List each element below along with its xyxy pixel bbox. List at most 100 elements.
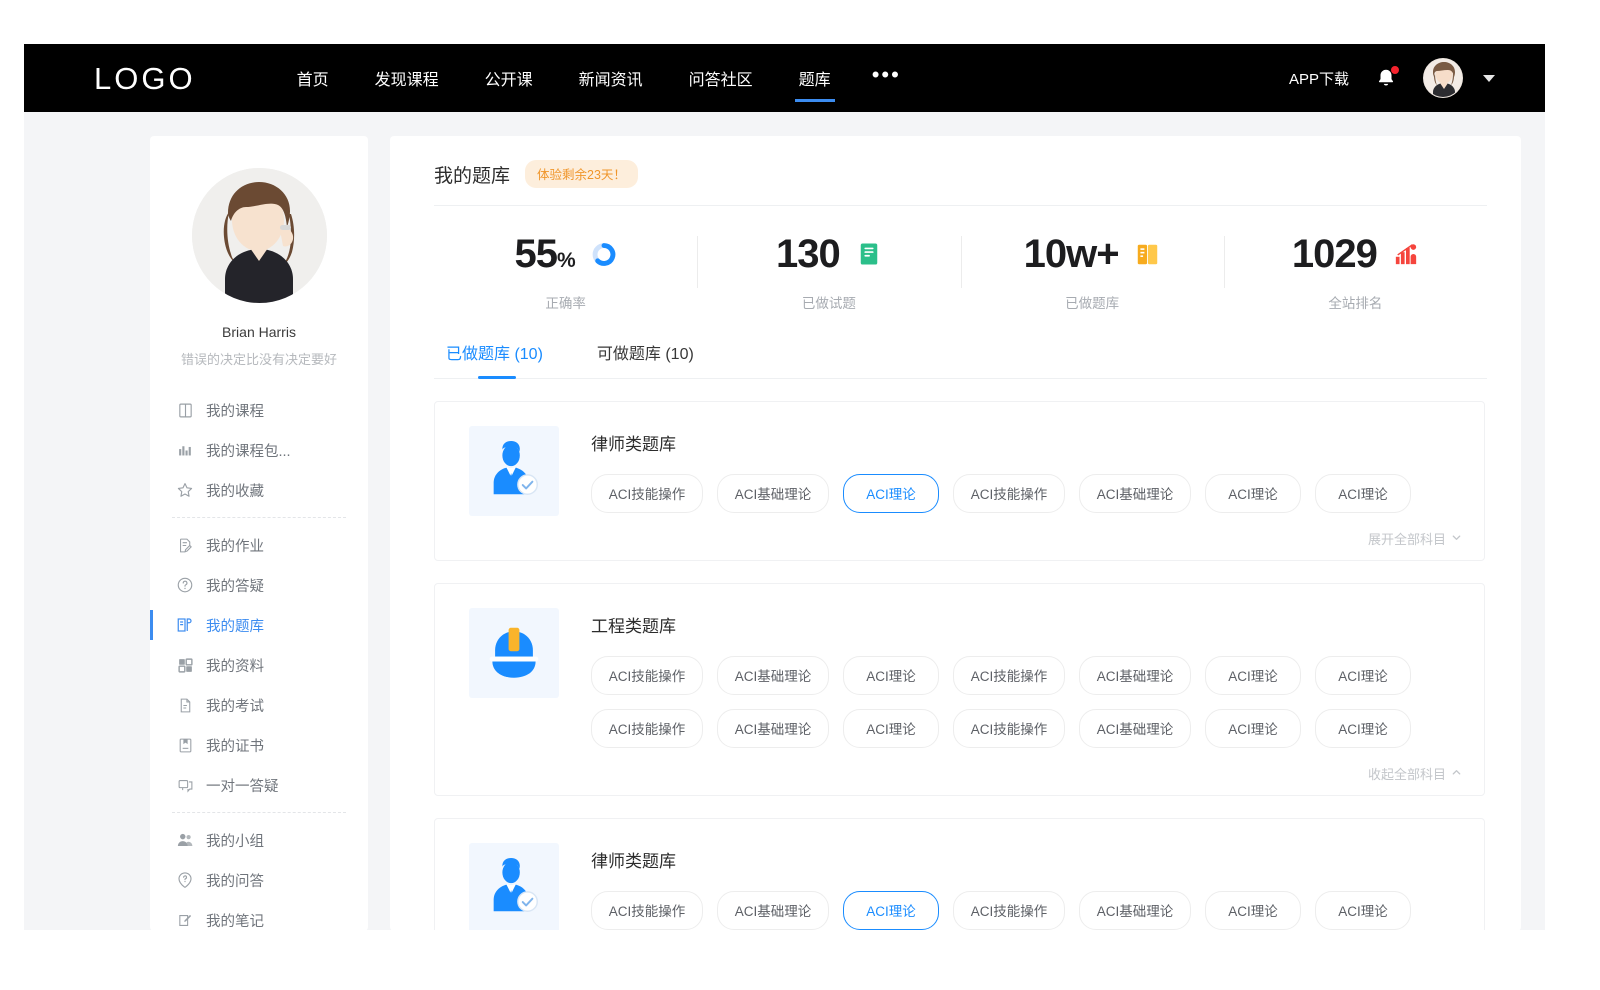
stat-label: 已做题库 — [961, 292, 1224, 312]
stat-label: 正确率 — [434, 292, 697, 312]
user-menu-chevron-down-icon[interactable] — [1483, 75, 1495, 82]
stat-card-1: 130已做试题 — [697, 228, 960, 312]
card-body: 律师类题库ACI技能操作ACI基础理论ACI理论ACI技能操作ACI基础理论AC… — [591, 843, 1462, 930]
orange-book-icon — [1135, 241, 1161, 267]
stat-card-0: 55% 正确率 — [434, 228, 697, 312]
stat-number: 10w+ — [1024, 232, 1119, 276]
sidebar-item-9[interactable]: 我的证书 — [150, 725, 368, 765]
sidebar-item-2[interactable]: 我的收藏 — [150, 470, 368, 510]
tab-bar: 已做题库 (10) 可做题库 (10) — [434, 326, 1487, 379]
stats-row: 55% 正确率130已做试题 10w+ 已做题库1029全站排名 — [434, 206, 1487, 326]
subject-tag[interactable]: ACI基础理论 — [1079, 891, 1191, 930]
subject-tag[interactable]: ACI理论 — [1205, 891, 1301, 930]
app-download-link[interactable]: APP下载 — [1289, 68, 1349, 89]
subject-tag[interactable]: ACI理论 — [843, 891, 939, 930]
subject-tag[interactable]: ACI理论 — [843, 709, 939, 748]
subject-tag[interactable]: ACI基础理论 — [717, 891, 829, 930]
sidebar-item-label: 我的问答 — [206, 870, 264, 891]
subject-tag[interactable]: ACI理论 — [843, 656, 939, 695]
subject-tag[interactable]: ACI基础理论 — [1079, 656, 1191, 695]
subject-tag[interactable]: ACI技能操作 — [953, 656, 1065, 695]
subject-tag[interactable]: ACI基础理论 — [1079, 474, 1191, 513]
sidebar-item-label: 我的证书 — [206, 735, 264, 756]
subject-tag[interactable]: ACI技能操作 — [591, 474, 703, 513]
subject-tag[interactable]: ACI理论 — [1205, 656, 1301, 695]
subject-tag[interactable]: ACI技能操作 — [591, 709, 703, 748]
helmet-icon — [469, 608, 559, 698]
sidebar-menu: 我的课程我的课程包... 我的收藏我的作业我的答疑我的题库我的资料我的考试我的证书… — [150, 390, 368, 930]
main-header: 我的题库 体验剩余23天！ — [434, 160, 1487, 206]
sidebar-divider — [172, 517, 346, 518]
book-icon — [176, 401, 194, 419]
sidebar-item-label: 一对一答疑 — [206, 775, 279, 796]
stat-value-row: 55% — [434, 228, 697, 280]
site-logo[interactable]: LOGO — [94, 63, 196, 94]
expand-collapse-label: 收起全部科目 — [1368, 764, 1446, 783]
subject-tag[interactable]: ACI理论 — [1315, 474, 1411, 513]
subject-tag[interactable]: ACI理论 — [1315, 656, 1411, 695]
nav-item-0[interactable]: 首页 — [274, 44, 352, 112]
question-bank-card: 律师类题库ACI技能操作ACI基础理论ACI理论ACI技能操作ACI基础理论AC… — [434, 401, 1485, 561]
sidebar-item-13[interactable]: 我的问答 — [150, 860, 368, 900]
sidebar-item-7[interactable]: 我的资料 — [150, 645, 368, 685]
card-title: 律师类题库 — [591, 847, 1462, 872]
subject-tag[interactable]: ACI理论 — [1205, 474, 1301, 513]
subject-tag[interactable]: ACI技能操作 — [953, 891, 1065, 930]
profile-name: Brian Harris — [150, 324, 368, 340]
sidebar-item-label: 我的资料 — [206, 655, 264, 676]
nav-item-5[interactable]: 题库 — [776, 44, 854, 112]
stat-card-3: 1029全站排名 — [1224, 228, 1487, 312]
sidebar-item-5[interactable]: 我的答疑 — [150, 565, 368, 605]
user-avatar[interactable] — [1423, 58, 1463, 98]
nav-item-2[interactable]: 公开课 — [462, 44, 556, 112]
subject-tag[interactable]: ACI基础理论 — [1079, 709, 1191, 748]
sidebar-item-8[interactable]: 我的考试 — [150, 685, 368, 725]
nav-item-4[interactable]: 问答社区 — [666, 44, 776, 112]
sidebar-item-label: 我的作业 — [206, 535, 264, 556]
subject-tag[interactable]: ACI理论 — [843, 474, 939, 513]
sidebar-item-10[interactable]: 一对一答疑 — [150, 765, 368, 805]
subject-tag[interactable]: ACI基础理论 — [717, 709, 829, 748]
stat-value: 10w+ — [1024, 234, 1119, 274]
certificate-icon — [176, 736, 194, 754]
stat-value-row: 10w+ — [961, 228, 1224, 280]
subject-tag[interactable]: ACI技能操作 — [953, 474, 1065, 513]
subject-tag[interactable]: ACI理论 — [1315, 891, 1411, 930]
expand-collapse-subjects-button[interactable]: 收起全部科目 — [469, 762, 1462, 783]
nav-more-icon[interactable]: ••• — [854, 64, 919, 86]
subject-tag[interactable]: ACI技能操作 — [953, 709, 1065, 748]
sidebar-item-label: 我的课程包... — [206, 440, 291, 461]
subject-tag[interactable]: ACI基础理论 — [717, 474, 829, 513]
subject-tag[interactable]: ACI理论 — [1315, 709, 1411, 748]
notification-bell-button[interactable] — [1375, 66, 1397, 90]
top-navigation-bar: LOGO 首页发现课程公开课新闻资讯问答社区题库 ••• APP下载 — [24, 44, 1545, 112]
subject-tag[interactable]: ACI基础理论 — [717, 656, 829, 695]
subject-tag[interactable]: ACI理论 — [1205, 709, 1301, 748]
header-right-actions: APP下载 — [1289, 44, 1495, 112]
question-bank-icon — [176, 616, 194, 634]
tab-0[interactable]: 已做题库 (10) — [446, 340, 543, 378]
profile-avatar[interactable] — [192, 168, 327, 303]
tag-row: ACI技能操作 ACI基础理论 ACI理论 ACI技能操作 ACI基础理论 ACI理论 AC… — [591, 891, 1462, 930]
question-bank-card: 工程类题库ACI技能操作ACI基础理论ACI理论ACI技能操作ACI基础理论AC… — [434, 583, 1485, 796]
expand-collapse-subjects-button[interactable]: 展开全部科目 — [469, 527, 1462, 548]
sidebar: Brian Harris 错误的决定比没有决定要好 我的课程我的课程包...我的… — [150, 136, 368, 930]
sidebar-item-6[interactable]: 我的题库 — [150, 605, 368, 645]
sidebar-item-4[interactable]: 我的作业 — [150, 525, 368, 565]
sidebar-item-0[interactable]: 我的课程 — [150, 390, 368, 430]
nav-item-1[interactable]: 发现课程 — [352, 44, 462, 112]
subject-tag[interactable]: ACI技能操作 — [591, 656, 703, 695]
stat-value: 1029 — [1292, 234, 1377, 274]
sidebar-item-12[interactable]: 我的小组 — [150, 820, 368, 860]
sidebar-divider — [172, 812, 346, 813]
question-bank-card: 律师类题库ACI技能操作ACI基础理论ACI理论ACI技能操作ACI基础理论AC… — [434, 818, 1485, 930]
subject-tag[interactable]: ACI技能操作 — [591, 891, 703, 930]
sidebar-item-14[interactable]: 我的笔记 — [150, 900, 368, 930]
nav-item-3[interactable]: 新闻资讯 — [556, 44, 666, 112]
sidebar-item-1[interactable]: 我的课程包... — [150, 430, 368, 470]
page-body: Brian Harris 错误的决定比没有决定要好 我的课程我的课程包...我的… — [24, 112, 1545, 930]
tag-row: ACI技能操作 ACI基础理论 ACI理论 ACI技能操作 ACI基础理论 ACI理论 AC… — [591, 709, 1462, 748]
bars-icon — [176, 441, 194, 459]
tab-1[interactable]: 可做题库 (10) — [597, 340, 694, 378]
question-circle-icon — [176, 576, 194, 594]
